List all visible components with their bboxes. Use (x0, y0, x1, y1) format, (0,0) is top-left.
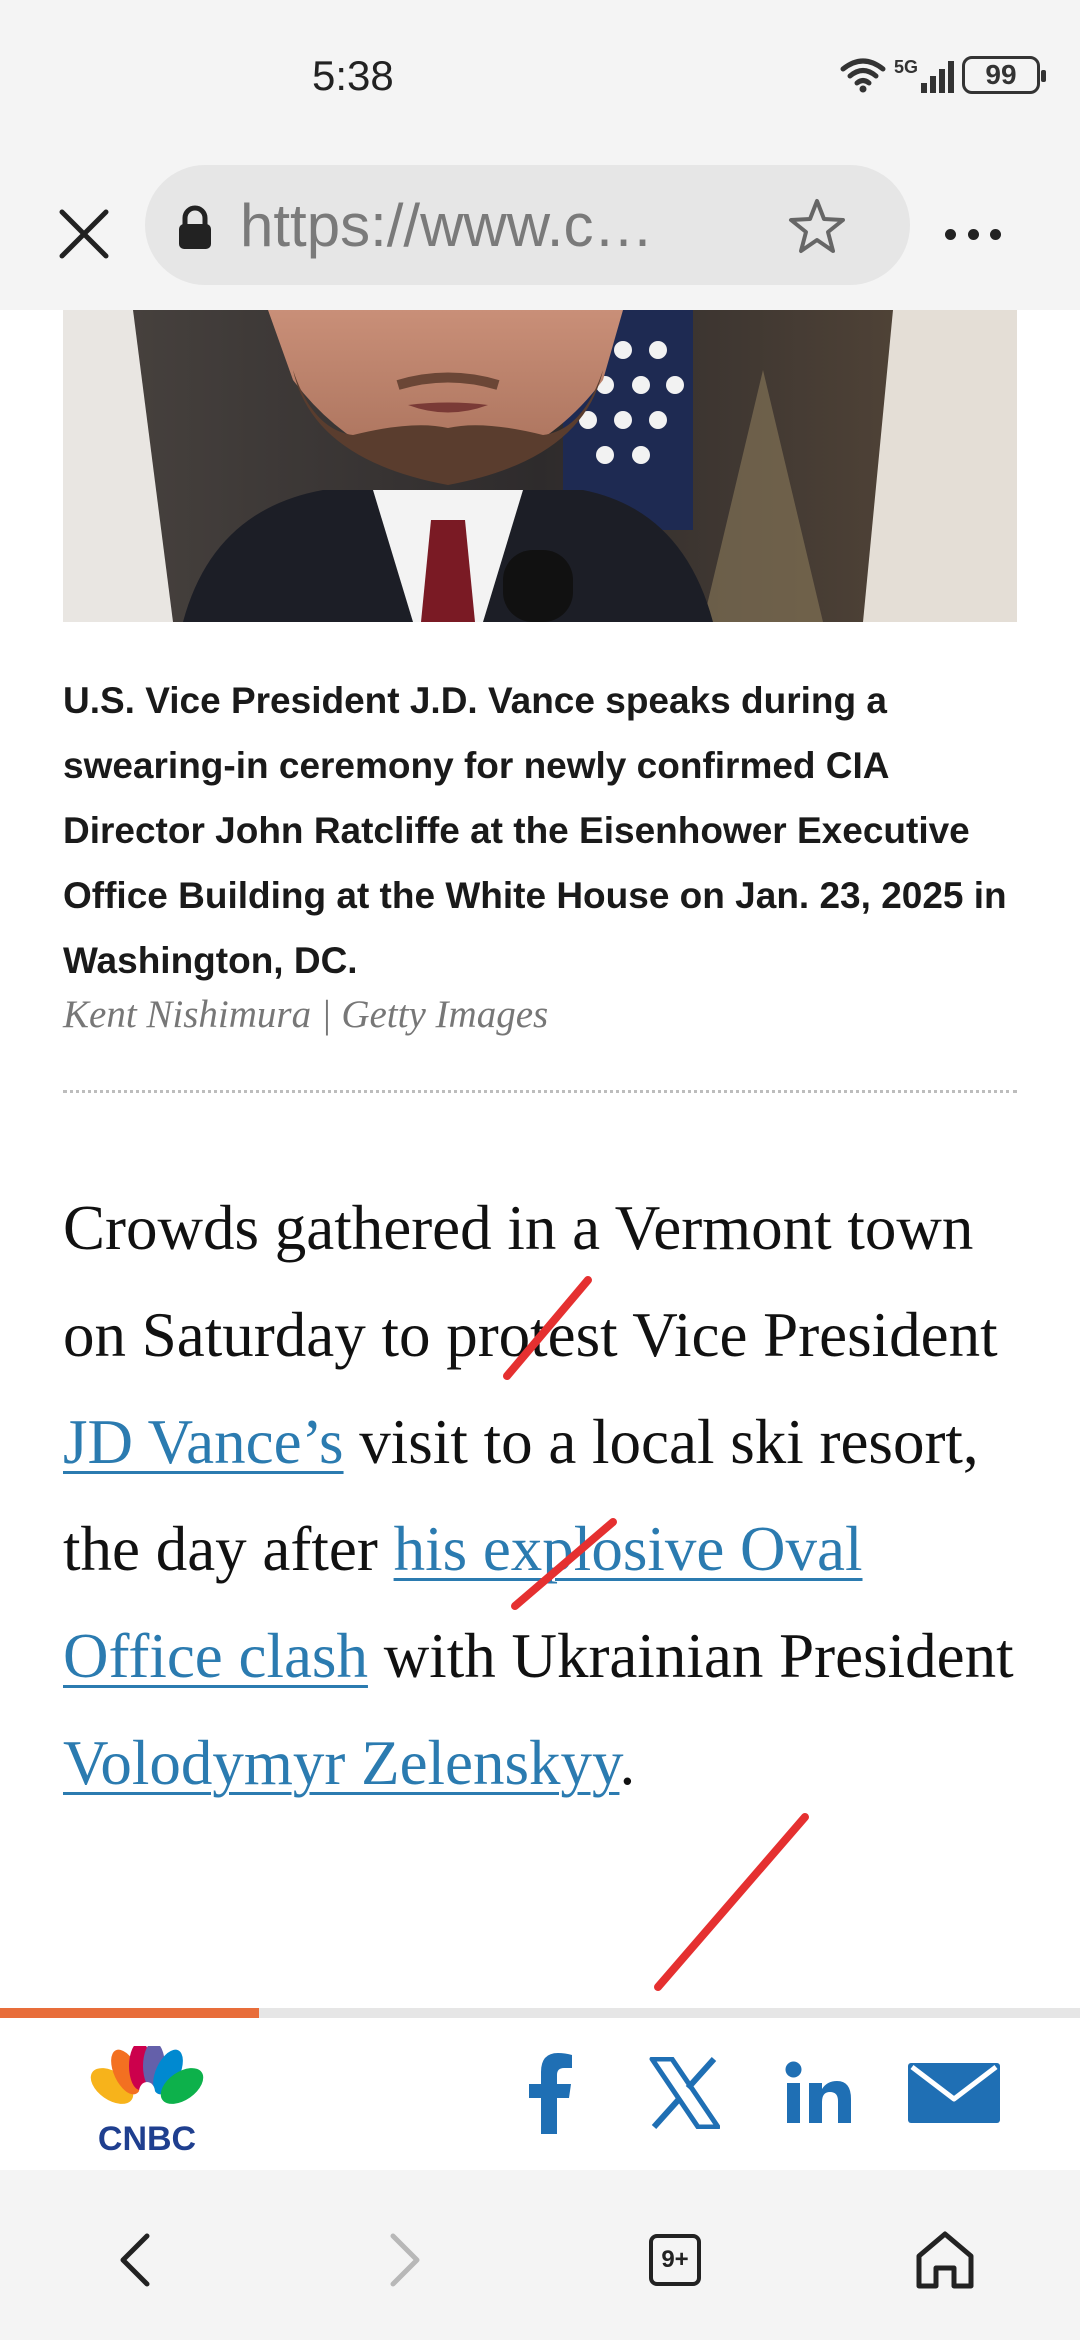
close-tab-button[interactable] (52, 202, 116, 266)
more-icon (945, 228, 956, 240)
tabs-button[interactable]: 9+ (635, 2220, 715, 2300)
cnbc-logo[interactable]: CNBC (82, 2042, 212, 2158)
cnbc-logo-text: CNBC (98, 2120, 196, 2156)
browser-nav-bar: 9+ (0, 2170, 1080, 2340)
photo-illustration (63, 310, 1017, 622)
chevron-left-icon (120, 2233, 150, 2287)
network-type-label: 5G (893, 57, 918, 77)
chevron-right-icon (390, 2233, 420, 2287)
star-icon[interactable] (785, 195, 849, 259)
body-text-segment: with Ukrainian President (367, 1621, 1014, 1691)
article-photo (63, 310, 1017, 622)
article-paragraph: Crowds gathered in a Vermont town on Sat… (63, 1175, 1023, 1817)
caption-divider (63, 1090, 1017, 1093)
home-button[interactable] (905, 2220, 985, 2300)
reading-progress-fill (0, 2008, 260, 2018)
address-bar[interactable]: https://www.cn… (145, 165, 910, 285)
annotation-stroke (654, 1813, 809, 1991)
status-time: 5:38 (312, 52, 394, 99)
link-jd-vance[interactable]: JD Vance’s (63, 1407, 344, 1477)
url-text[interactable]: https://www.cn… (240, 191, 680, 260)
close-icon (59, 209, 109, 259)
share-bar: CNBC (0, 2018, 1080, 2170)
share-facebook-button[interactable] (520, 2048, 580, 2138)
tabs-count-icon: 9+ (649, 2234, 701, 2286)
tabs-count: 9+ (661, 2246, 689, 2273)
more-options-button[interactable] (945, 202, 1001, 266)
photo-caption: U.S. Vice President J.D. Vance speaks du… (63, 680, 1007, 981)
photo-credit: Kent Nishimura | Getty Images (63, 993, 549, 1036)
status-icons: 5G 99 (840, 56, 1046, 94)
wifi-icon (840, 58, 886, 93)
link-zelenskyy[interactable]: Volodymyr Zelenskyy (63, 1728, 619, 1798)
facebook-icon (529, 2053, 572, 2134)
share-email-button[interactable] (906, 2048, 1002, 2138)
share-linkedin-button[interactable] (783, 2048, 855, 2138)
body-text-segment: . (619, 1728, 636, 1798)
x-icon (649, 2057, 720, 2129)
lock-icon (179, 205, 211, 249)
home-icon (916, 2231, 974, 2289)
share-x-button[interactable] (645, 2048, 723, 2138)
body-text-segment: Crowds gathered in a Vermont town on Sat… (63, 1193, 998, 1370)
email-icon (908, 2063, 1000, 2123)
status-bar: 5:38 5G 99 (0, 0, 1080, 160)
back-button[interactable] (95, 2220, 175, 2300)
browser-toolbar: https://www.cn… (0, 160, 1080, 310)
linkedin-icon (785, 2061, 851, 2123)
battery-level: 99 (985, 59, 1017, 90)
forward-button[interactable] (365, 2220, 445, 2300)
cnbc-peacock-icon: CNBC (90, 2042, 204, 2158)
reading-progress-bar (0, 2008, 1080, 2018)
battery-indicator: 99 (962, 56, 1046, 94)
cellular-signal-icon: 5G (894, 57, 954, 93)
